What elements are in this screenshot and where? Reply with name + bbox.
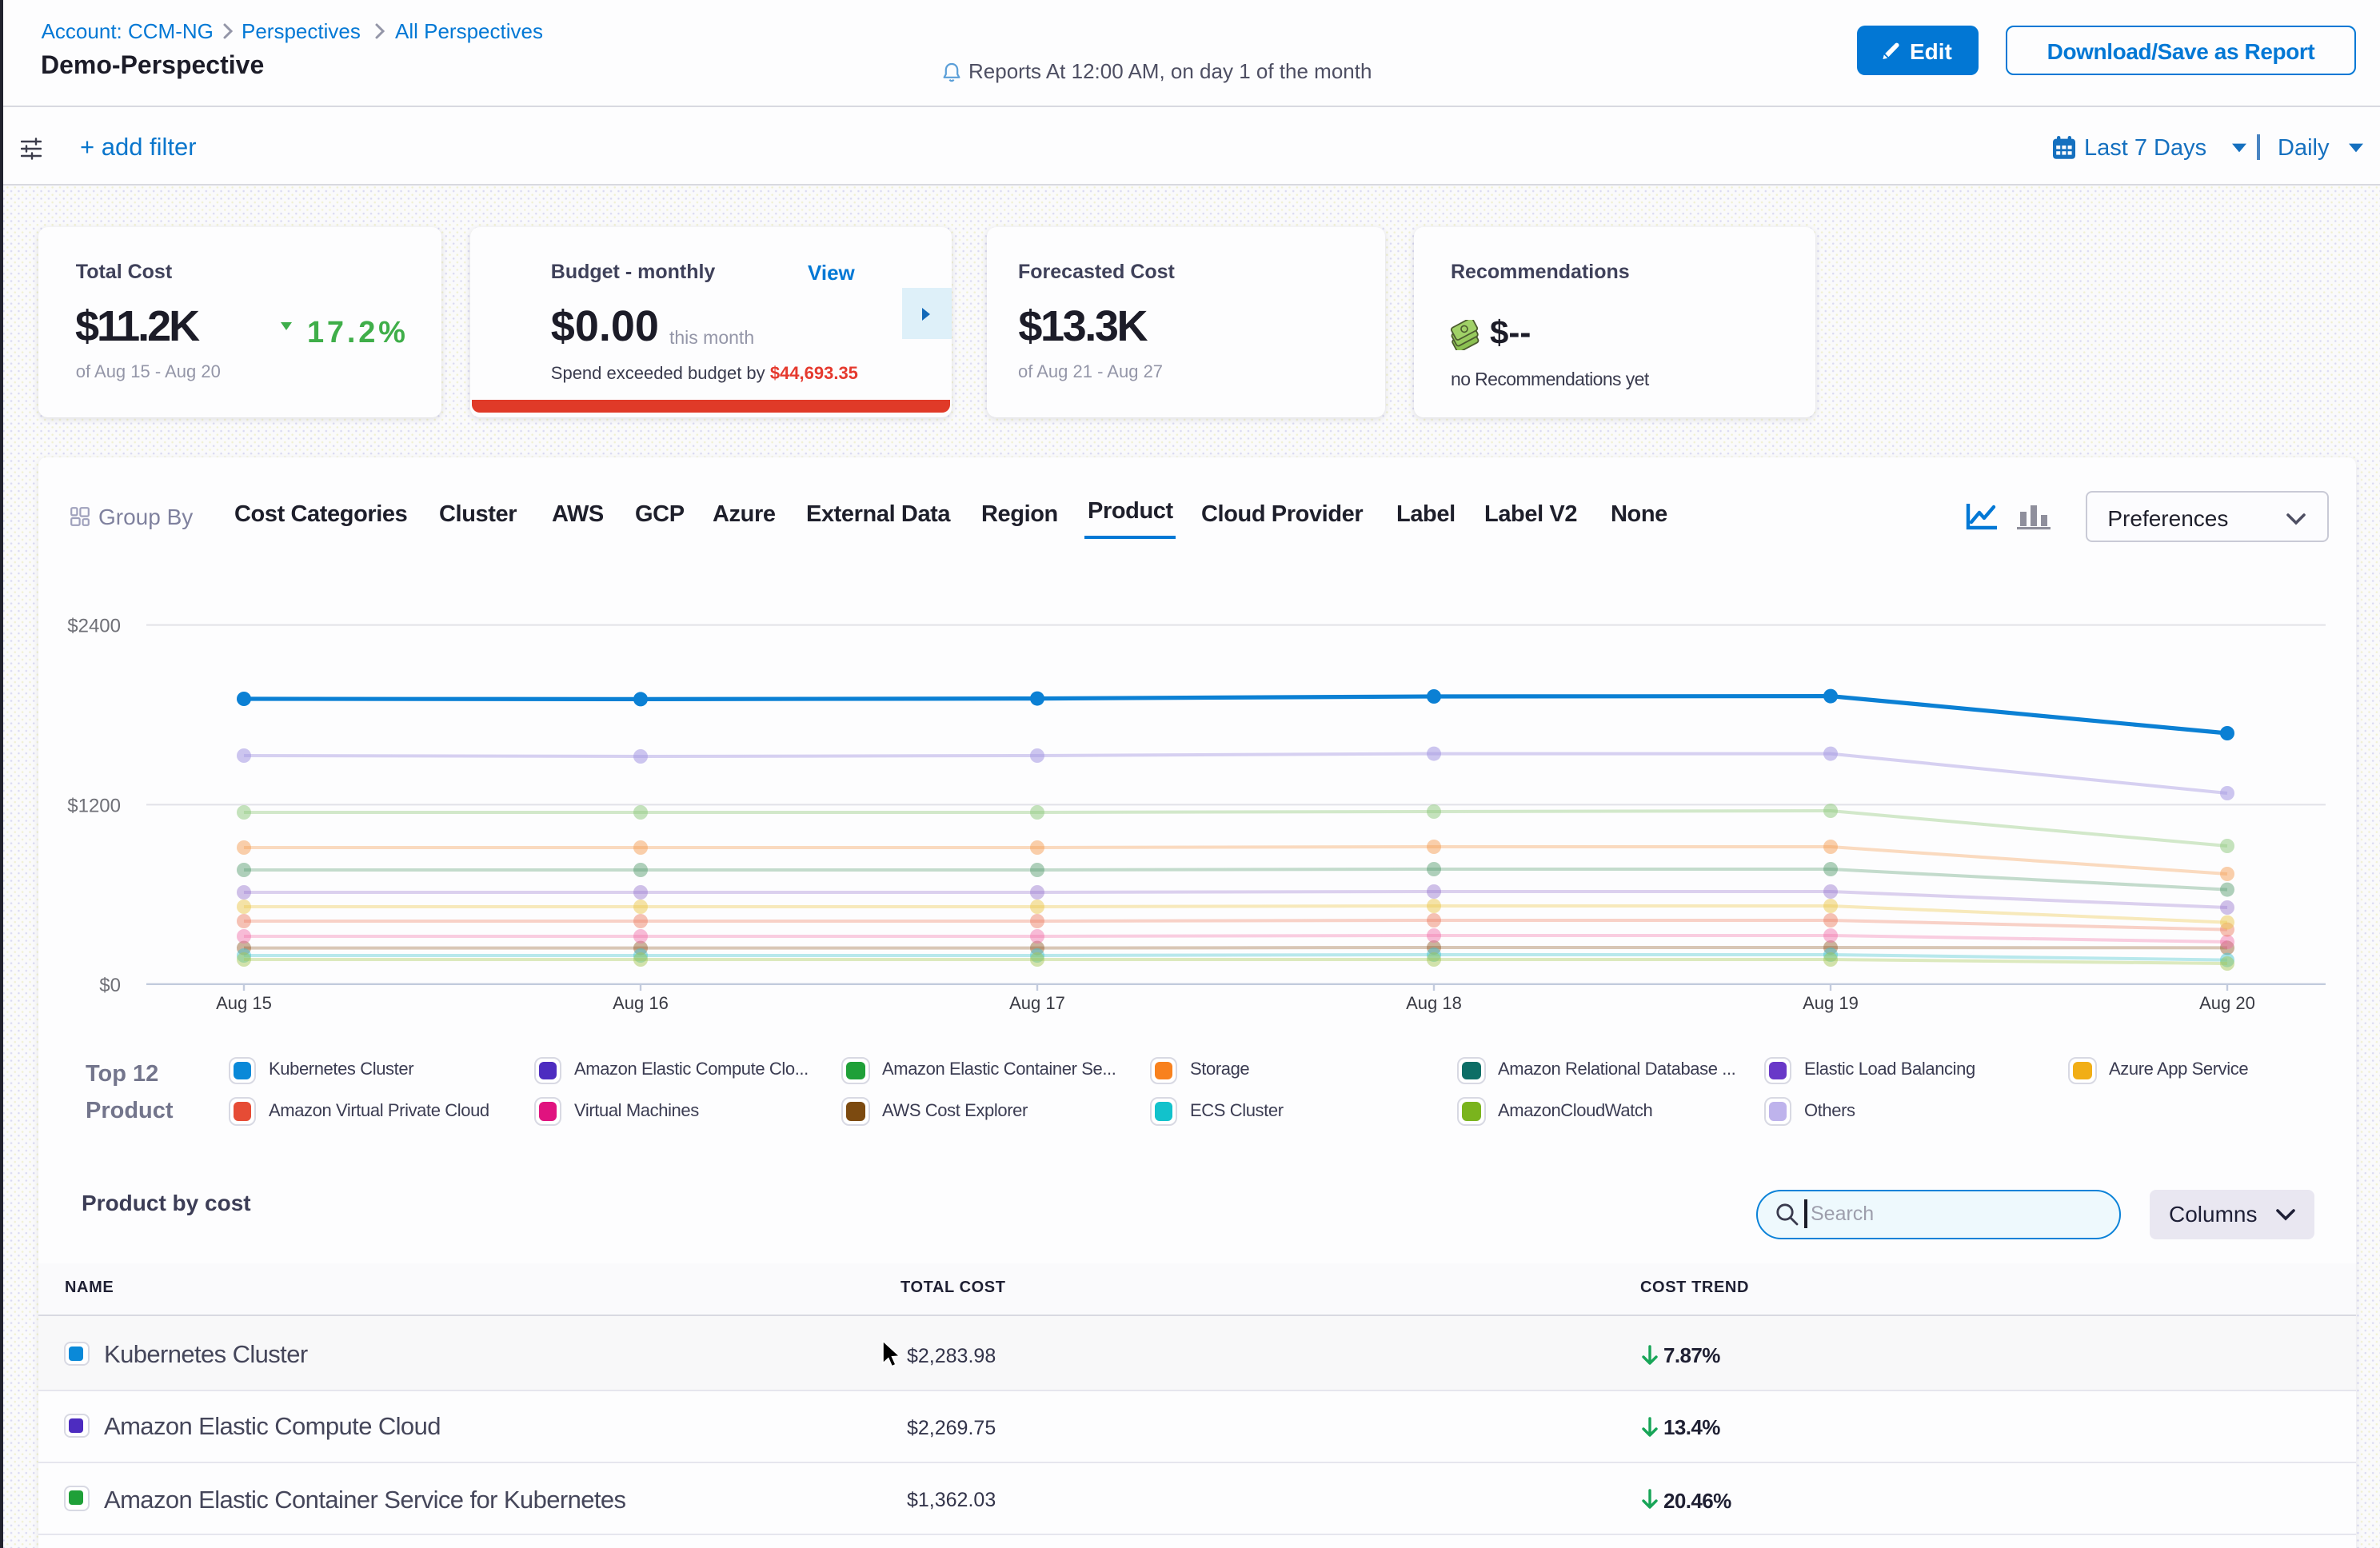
- svg-text:$0: $0: [99, 975, 121, 996]
- svg-text:$1200: $1200: [67, 795, 121, 816]
- svg-text:Aug 19: Aug 19: [1803, 993, 1859, 1013]
- svg-text:Aug 18: Aug 18: [1406, 993, 1462, 1013]
- svg-text:Aug 20: Aug 20: [2199, 993, 2255, 1013]
- svg-text:Aug 15: Aug 15: [216, 993, 272, 1013]
- svg-text:$2400: $2400: [67, 616, 121, 637]
- svg-text:Aug 17: Aug 17: [1009, 993, 1065, 1013]
- svg-text:Aug 16: Aug 16: [613, 993, 669, 1013]
